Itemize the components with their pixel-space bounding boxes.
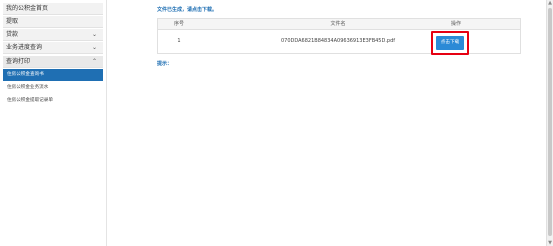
sidebar-item-home[interactable]: 我的公积金首页	[3, 3, 103, 15]
download-highlight: 点击下载	[431, 31, 469, 55]
row-filename: 070DDA6821B84834A09636913E3FB45D.pdf	[280, 38, 396, 44]
sidebar-subitem-business-flow[interactable]: 住房公积金业务流水	[3, 82, 103, 94]
scroll-thumb[interactable]	[548, 8, 552, 236]
sidebar-item-query-print[interactable]: 查询打印 ⌃	[3, 56, 103, 68]
column-filename: 文件名	[330, 21, 346, 27]
chevron-down-icon: ⌄	[91, 31, 97, 38]
tips-label: 提示：	[157, 61, 173, 67]
download-button[interactable]: 点击下载	[436, 36, 464, 50]
column-action: 操作	[450, 21, 461, 27]
sidebar-item-progress-query[interactable]: 业务进度查询 ⌄	[3, 42, 103, 54]
sidebar-item-label: 业务进度查询	[6, 44, 43, 51]
column-index: 序号	[173, 21, 184, 27]
chevron-up-icon: ⌃	[91, 58, 97, 65]
file-generated-hint: 文件已生成，请点击下载。	[157, 7, 218, 13]
sidebar-item-label: 提取	[6, 18, 19, 25]
sidebar-subitem-label: 住房公积金查询书	[7, 72, 44, 77]
sidebar-item-label: 我的公积金首页	[6, 5, 49, 12]
sidebar-item-withdraw[interactable]: 提取	[3, 16, 103, 28]
scroll-up-arrow-icon[interactable]: ▲	[547, 0, 553, 6]
chevron-down-icon: ⌄	[91, 44, 97, 51]
sidebar-item-label: 贷款	[6, 31, 19, 38]
scroll-down-arrow-icon[interactable]: ▼	[547, 240, 553, 246]
scrollbar[interactable]: ▲ ▼	[546, 0, 553, 246]
sidebar-subitem-withdraw-record[interactable]: 住房公积金提取记录单	[3, 95, 103, 107]
sidebar-subitem-query-book[interactable]: 住房公积金查询书	[3, 69, 103, 81]
row-index: 1	[177, 38, 181, 44]
sidebar-item-loan[interactable]: 贷款 ⌄	[3, 29, 103, 41]
sidebar-subitem-label: 住房公积金提取记录单	[7, 98, 53, 103]
sidebar-item-label: 查询打印	[6, 58, 31, 65]
sidebar: 我的公积金首页 提取 贷款 ⌄ 业务进度查询 ⌄ 查询打印 ⌃ 住房公积金查询书…	[0, 0, 107, 246]
sidebar-subitem-label: 住房公积金业务流水	[7, 85, 49, 90]
